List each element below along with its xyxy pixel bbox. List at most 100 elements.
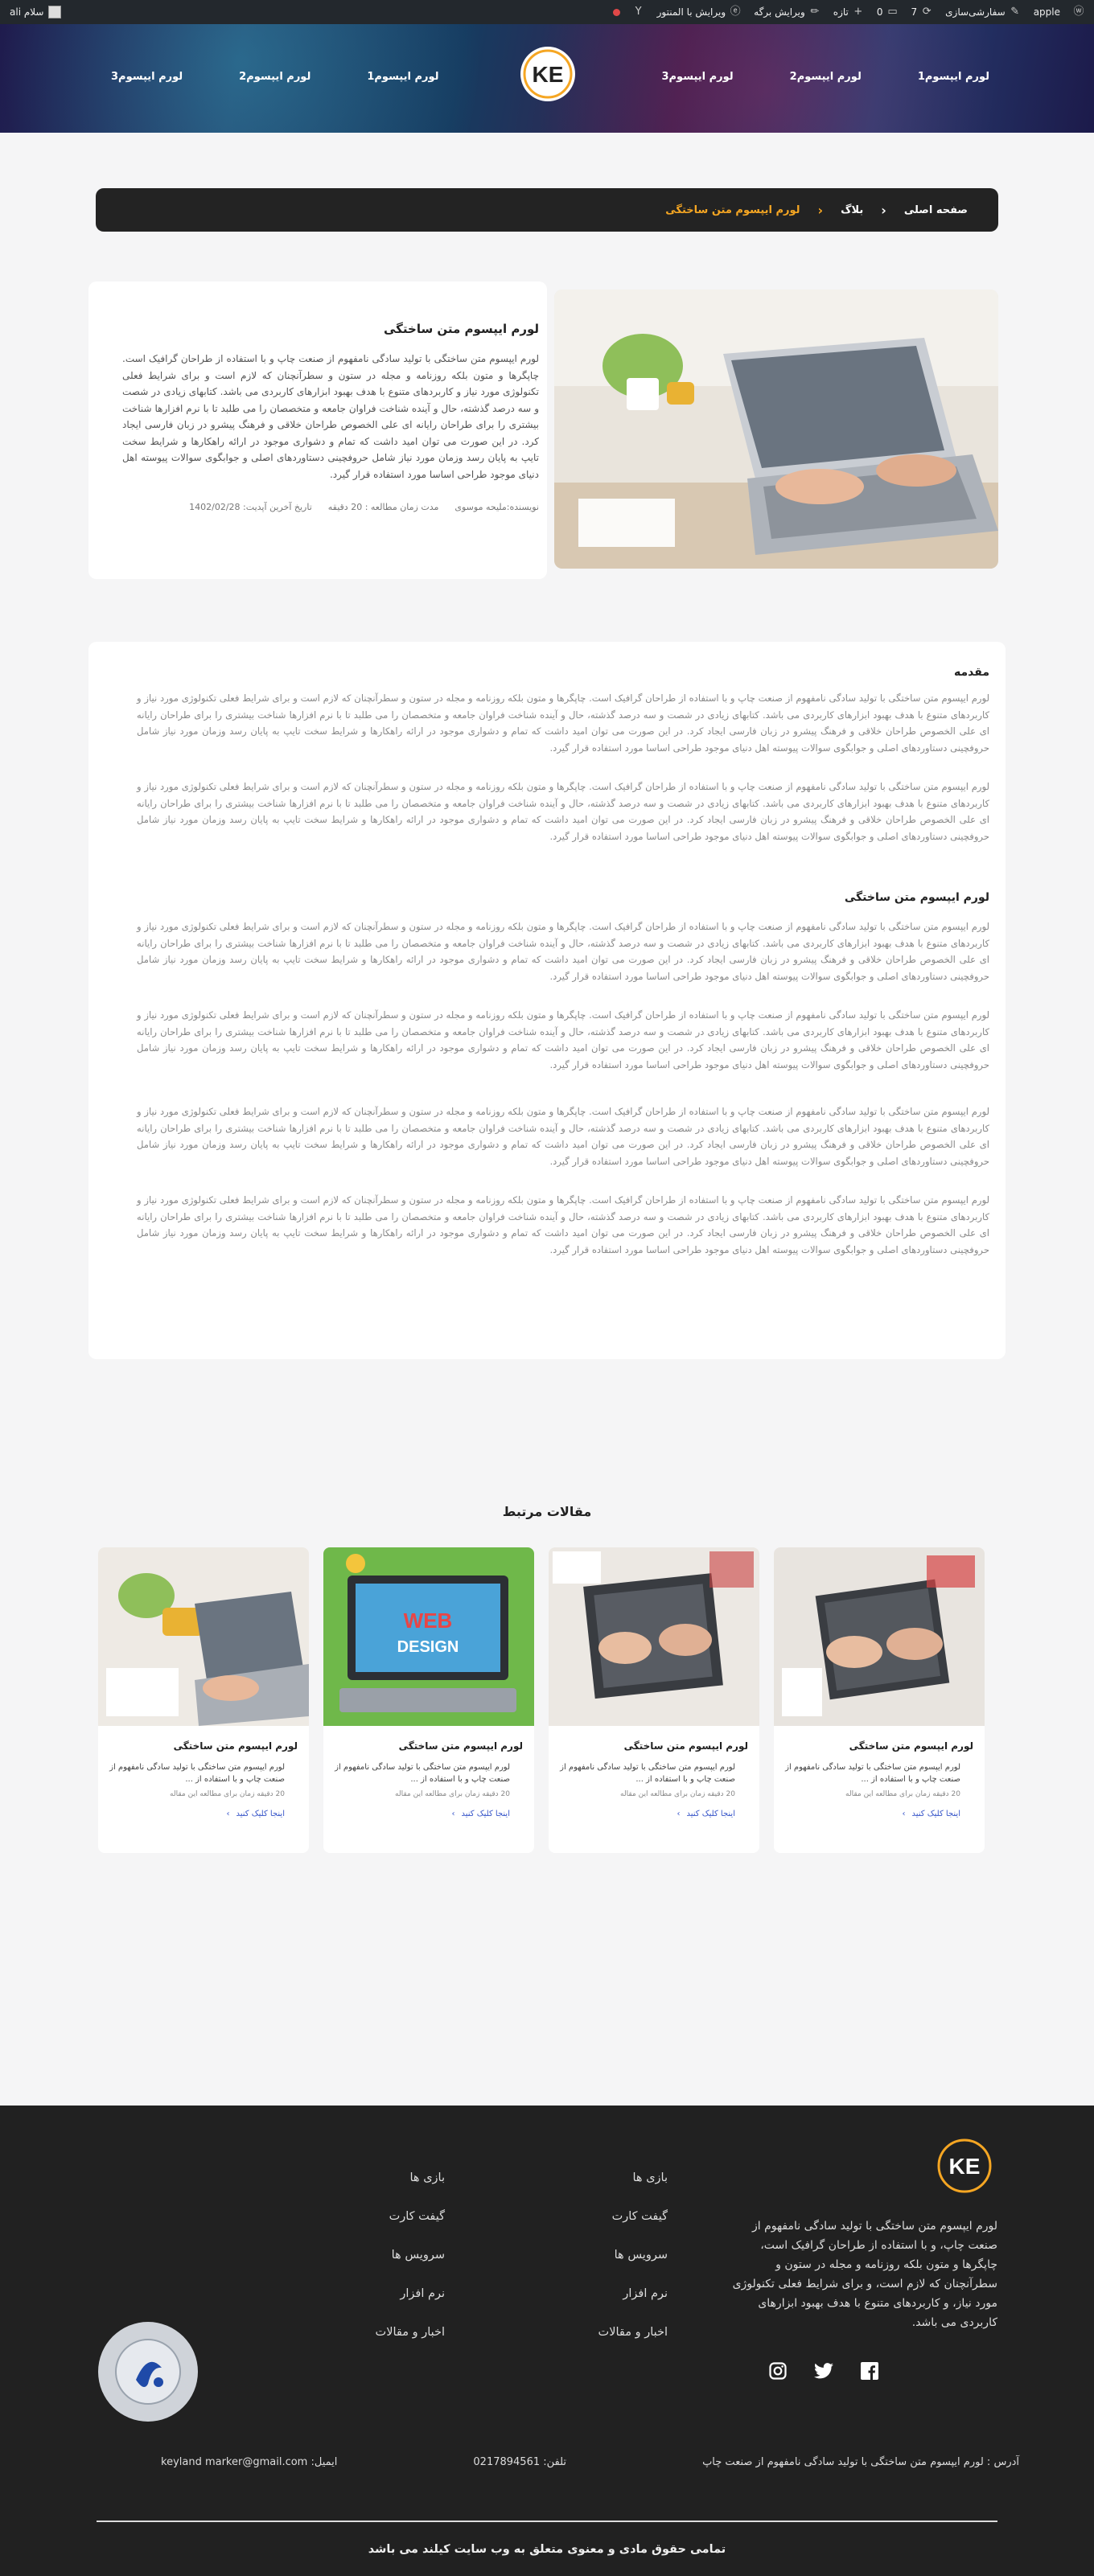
logo-text: KE — [533, 62, 564, 87]
yoast-link[interactable]: Y — [633, 6, 644, 18]
post-title: لورم ایپسوم متن ساختگی — [383, 322, 539, 336]
laptop-keyboard-illustration — [549, 1547, 759, 1726]
twitter-icon — [814, 2363, 833, 2379]
site-footer: KE لورم ایپسوم متن ساختگی با تولید سادگی… — [0, 2106, 1094, 2576]
related-card-excerpt: لورم ایپسوم متن ساختگی با تولید سادگی نا… — [109, 1763, 285, 1784]
related-thumbnail — [549, 1547, 759, 1726]
trust-badge[interactable] — [98, 2322, 198, 2422]
copyright: تمامی حقوق مادی و معنوی متعلق به وب سایت… — [368, 2543, 726, 2556]
nav-item-3[interactable]: لورم ایپسوم3 — [661, 71, 733, 83]
footer-link[interactable]: نرم افزار — [595, 2287, 668, 2300]
related-card-title: لورم ایپسوم متن ساختگی — [623, 1740, 748, 1752]
footer-address: آدرس : لورم ایپسوم متن ساختگی با تولید س… — [702, 2456, 1019, 2468]
related-card-excerpt: لورم ایپسوم متن ساختگی با تولید سادگی نا… — [335, 1763, 510, 1784]
footer-link[interactable]: گیفت کارت — [362, 2210, 445, 2223]
site-header: لورم ایپسوم1 لورم ایپسوم2 لورم ایپسوم3 K… — [0, 24, 1094, 133]
breadcrumb-home[interactable]: صفحه اصلی — [904, 204, 968, 216]
nav-item-4[interactable]: لورم ایپسوم1 — [367, 71, 438, 83]
customize-link[interactable]: ✎ سفارشی‌سازی — [945, 6, 1021, 18]
post-read-time: مدت زمان مطالعه : 20 دقیقه — [327, 502, 439, 512]
wordpress-logo[interactable]: ⓦ — [1073, 6, 1084, 18]
read-more-link[interactable]: ‹ اینجا کلیک کنید — [323, 1798, 534, 1818]
site-name-link[interactable]: apple — [1034, 6, 1060, 18]
nav-right: لورم ایپسوم1 لورم ایپسوم2 لورم ایپسوم3 — [661, 71, 989, 83]
footer-link[interactable]: بازی ها — [362, 2171, 445, 2184]
chevron-left-icon: ‹ — [451, 1810, 455, 1818]
read-more-link[interactable]: ‹ اینجا کلیک کنید — [549, 1798, 759, 1818]
new-content-link[interactable]: + تازه — [833, 6, 864, 18]
article-paragraph: لورم ایپسوم متن ساختگی با تولید سادگی نا… — [137, 781, 989, 842]
hero-text-card: لورم ایپسوم متن ساختگی لورم ایپسوم متن س… — [88, 281, 547, 579]
edit-page-link[interactable]: ✏ ویرایش برگه — [754, 6, 820, 18]
related-card-time: 20 دقیقه زمان برای مطالعه این مقاله — [620, 1790, 735, 1798]
laptop-plant-illustration — [98, 1547, 309, 1726]
facebook-icon — [861, 2362, 878, 2380]
article-paragraph: لورم ایپسوم متن ساختگی با تولید سادگی نا… — [137, 692, 989, 754]
social-links — [768, 2361, 879, 2381]
nav-item-6[interactable]: لورم ایپسوم3 — [111, 71, 183, 83]
related-card-excerpt: لورم ایپسوم متن ساختگی با تولید سادگی نا… — [785, 1763, 960, 1784]
post-meta: نویسنده:ملیحه موسوی مدت زمان مطالعه : 20… — [122, 502, 539, 512]
twitter-link[interactable] — [814, 2361, 833, 2381]
admin-bar-left-group: سلام ali — [10, 6, 61, 18]
footer-links-col-2: بازی ها گیفت کارت سرویس ها نرم افزار اخب… — [362, 2171, 445, 2339]
paintbrush-icon: ✎ — [1010, 6, 1020, 18]
hero-image — [554, 290, 998, 569]
updates-link[interactable]: ⟳ 7 — [911, 6, 933, 18]
related-card[interactable]: لورم ایپسوم متن ساختگی لورم ایپسوم متن س… — [774, 1547, 985, 1853]
footer-logo[interactable]: KE — [933, 2134, 996, 2197]
intro-heading: مقدمه — [954, 666, 989, 679]
related-card-title: لورم ایپسوم متن ساختگی — [398, 1740, 523, 1752]
nav-item-2[interactable]: لورم ایپسوم2 — [790, 71, 862, 83]
my-account-link[interactable]: سلام ali — [10, 6, 61, 18]
related-thumbnail — [98, 1547, 309, 1726]
read-more-label: اینجا کلیک کنید — [686, 1810, 735, 1818]
svg-text:DESIGN: DESIGN — [397, 1638, 459, 1656]
site-name-label: apple — [1033, 6, 1060, 18]
article-body: مقدمه لورم ایپسوم متن ساختگی با تولید سا… — [88, 642, 1006, 1359]
related-card[interactable]: لورم ایپسوم متن ساختگی لورم ایپسوم متن س… — [98, 1547, 309, 1853]
related-card-title: لورم ایپسوم متن ساختگی — [849, 1740, 973, 1752]
footer-link[interactable]: سرویس ها — [595, 2249, 668, 2262]
footer-link[interactable]: نرم افزار — [362, 2287, 445, 2300]
facebook-link[interactable] — [860, 2361, 879, 2381]
footer-link[interactable]: اخبار و مقالات — [595, 2326, 668, 2339]
updates-count: 7 — [911, 6, 918, 18]
footer-link[interactable]: سرویس ها — [362, 2249, 445, 2262]
instagram-link[interactable] — [768, 2361, 788, 2381]
footer-links-col-1: بازی ها گیفت کارت سرویس ها نرم افزار اخب… — [595, 2171, 668, 2339]
edit-elementor-label: ویرایش با المنتور — [656, 6, 726, 18]
logo-graphic: KE — [937, 2138, 992, 2193]
related-thumbnail: WEB DESIGN — [323, 1547, 534, 1726]
chevron-left-icon: ‹ — [817, 202, 824, 218]
related-card[interactable]: لورم ایپسوم متن ساختگی لورم ایپسوم متن س… — [549, 1547, 759, 1853]
article-paragraph: لورم ایپسوم متن ساختگی با تولید سادگی نا… — [137, 1009, 989, 1070]
greeting-label: سلام ali — [10, 6, 44, 18]
comments-link[interactable]: ▭ 0 — [877, 6, 899, 18]
related-card-title: لورم ایپسوم متن ساختگی — [173, 1740, 298, 1752]
footer-phone[interactable]: تلفن: 0217894561 — [473, 2456, 566, 2468]
related-card-time: 20 دقیقه زمان برای مطالعه این مقاله — [845, 1790, 960, 1798]
wp-admin-bar: ⓦ apple ✎ سفارشی‌سازی ⟳ 7 ▭ 0 + تازه ✏ ویرایش… — [0, 0, 1094, 24]
new-label: تازه — [833, 6, 849, 18]
post-author: نویسنده:ملیحه موسوی — [454, 502, 539, 512]
customize-label: سفارشی‌سازی — [945, 6, 1006, 18]
related-title: مقالات مرتبط — [502, 1504, 592, 1519]
comments-count: 0 — [876, 6, 883, 18]
read-more-link[interactable]: ‹ اینجا کلیک کنید — [98, 1798, 309, 1818]
related-card[interactable]: WEB DESIGN لورم ایپسوم متن ساختگی لورم ا… — [323, 1547, 534, 1853]
site-logo[interactable]: KE — [519, 45, 577, 103]
related-card-time: 20 دقیقه زمان برای مطالعه این مقاله — [395, 1790, 510, 1798]
footer-link[interactable]: بازی ها — [595, 2171, 668, 2184]
nav-left: لورم ایپسوم1 لورم ایپسوم2 لورم ایپسوم3 — [111, 71, 439, 83]
nav-item-5[interactable]: لورم ایپسوم2 — [239, 71, 311, 83]
footer-email[interactable]: ایمیل: keyland marker@gmail.com — [161, 2456, 337, 2468]
breadcrumb-blog[interactable]: بلاگ — [841, 204, 863, 216]
read-more-link[interactable]: ‹ اینجا کلیک کنید — [774, 1798, 985, 1818]
read-more-label: اینجا کلیک کنید — [461, 1810, 510, 1818]
laptop-keyboard-illustration — [774, 1547, 985, 1726]
footer-link[interactable]: اخبار و مقالات — [362, 2326, 445, 2339]
edit-elementor-link[interactable]: ⓔ ویرایش با المنتور — [657, 6, 742, 18]
footer-link[interactable]: گیفت کارت — [595, 2210, 668, 2223]
nav-item-1[interactable]: لورم ایپسوم1 — [918, 71, 989, 83]
